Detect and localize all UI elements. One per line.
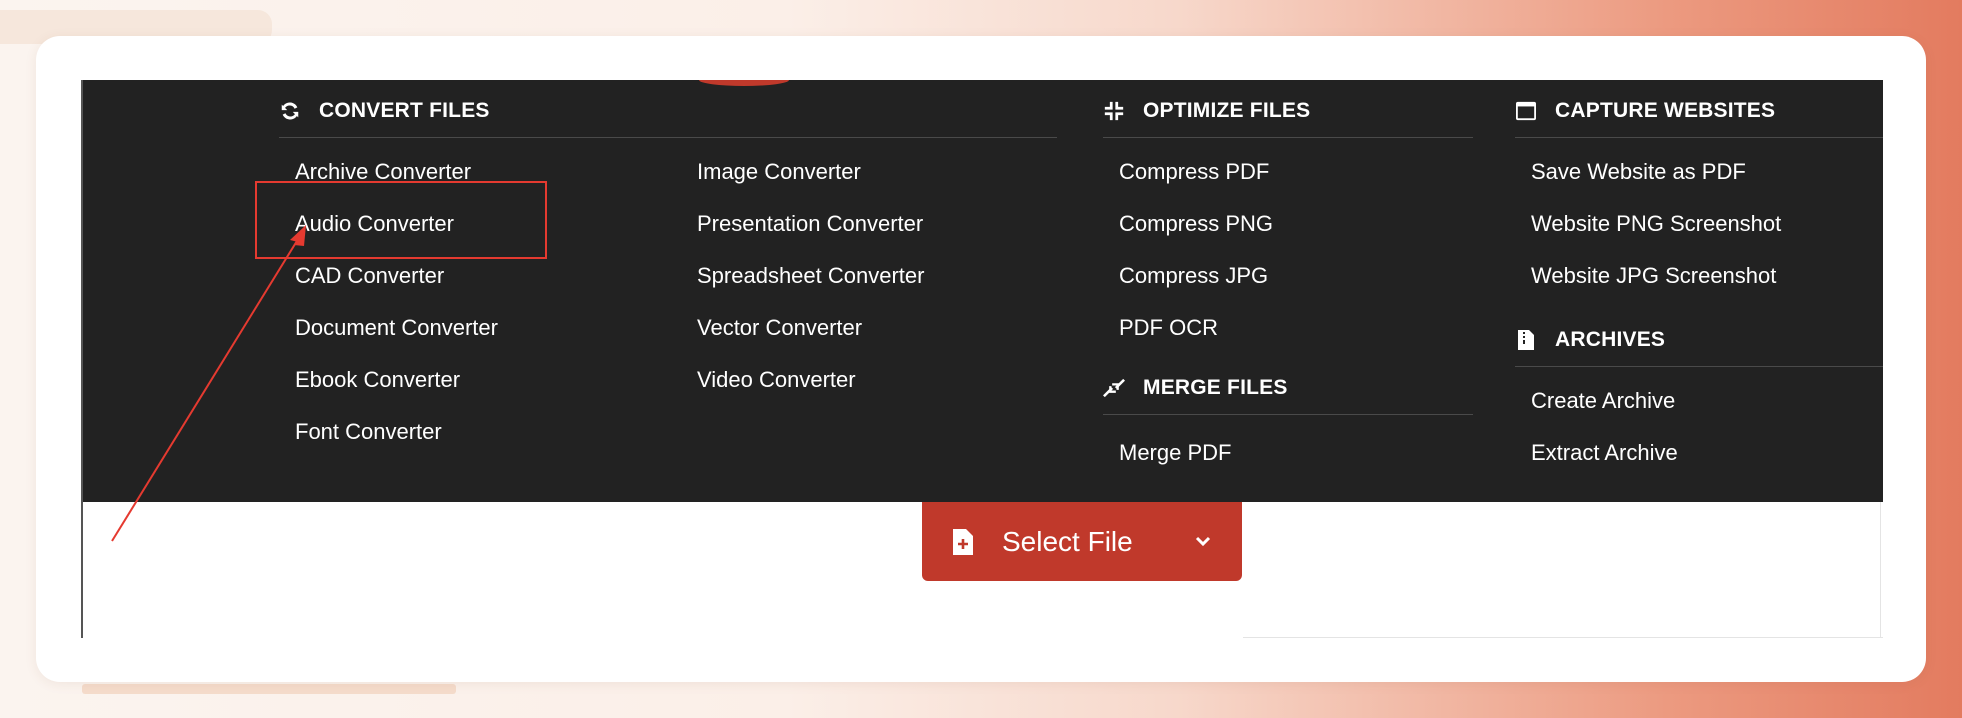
capture-websites-title: CAPTURE WEBSITES — [1555, 98, 1776, 122]
menu-item-website-png-screenshot[interactable]: Website PNG Screenshot — [1531, 209, 1781, 239]
menu-item-compress-jpg[interactable]: Compress JPG — [1119, 261, 1268, 291]
menu-item-extract-archive[interactable]: Extract Archive — [1531, 438, 1678, 468]
optimize-files-title: OPTIMIZE FILES — [1143, 98, 1311, 122]
archives-heading: ARCHIVES — [1515, 313, 1883, 367]
menu-item-pdf-ocr[interactable]: PDF OCR — [1119, 313, 1218, 343]
menu-item-document-converter[interactable]: Document Converter — [295, 313, 498, 343]
menu-item-image-converter[interactable]: Image Converter — [697, 157, 861, 187]
menu-item-font-converter[interactable]: Font Converter — [295, 417, 442, 447]
merge-files-title: MERGE FILES — [1143, 375, 1288, 399]
mega-menu: CONVERT FILES Archive Converter Audio Co… — [83, 80, 1883, 502]
annotation-highlight-box — [255, 181, 547, 259]
menu-item-presentation-converter[interactable]: Presentation Converter — [697, 209, 923, 239]
menu-item-create-archive[interactable]: Create Archive — [1531, 386, 1675, 416]
archive-file-icon — [1515, 329, 1537, 351]
convert-files-title: CONVERT FILES — [319, 98, 490, 122]
file-add-icon — [952, 528, 974, 556]
browser-window-icon — [1515, 100, 1537, 122]
optimize-files-heading: OPTIMIZE FILES — [1103, 84, 1473, 138]
menu-item-save-website-as-pdf[interactable]: Save Website as PDF — [1531, 157, 1746, 187]
chevron-down-icon[interactable] — [1194, 532, 1212, 550]
menu-item-vector-converter[interactable]: Vector Converter — [697, 313, 862, 343]
menu-item-compress-pdf[interactable]: Compress PDF — [1119, 157, 1269, 187]
capture-websites-heading: CAPTURE WEBSITES — [1515, 84, 1883, 138]
menu-item-merge-pdf[interactable]: Merge PDF — [1119, 438, 1231, 468]
refresh-icon — [279, 100, 301, 122]
select-file-button[interactable]: Select File — [922, 502, 1242, 581]
menu-item-compress-png[interactable]: Compress PNG — [1119, 209, 1273, 239]
compress-icon — [1103, 100, 1125, 122]
background-decoration-bottom — [82, 684, 456, 694]
convert-files-heading: CONVERT FILES — [279, 84, 1057, 138]
archives-title: ARCHIVES — [1555, 327, 1666, 351]
merge-icon — [1103, 377, 1125, 399]
menu-item-ebook-converter[interactable]: Ebook Converter — [295, 365, 460, 395]
menu-item-cad-converter[interactable]: CAD Converter — [295, 261, 444, 291]
menu-item-spreadsheet-converter[interactable]: Spreadsheet Converter — [697, 261, 924, 291]
frame-border-bottom — [1243, 637, 1883, 638]
select-file-label: Select File — [1002, 525, 1133, 557]
screenshot-frame: CONVERT FILES Archive Converter Audio Co… — [81, 80, 1883, 638]
merge-files-heading: MERGE FILES — [1103, 361, 1473, 415]
frame-border-right — [1880, 500, 1881, 638]
menu-item-website-jpg-screenshot[interactable]: Website JPG Screenshot — [1531, 261, 1776, 291]
menu-item-video-converter[interactable]: Video Converter — [697, 365, 856, 395]
